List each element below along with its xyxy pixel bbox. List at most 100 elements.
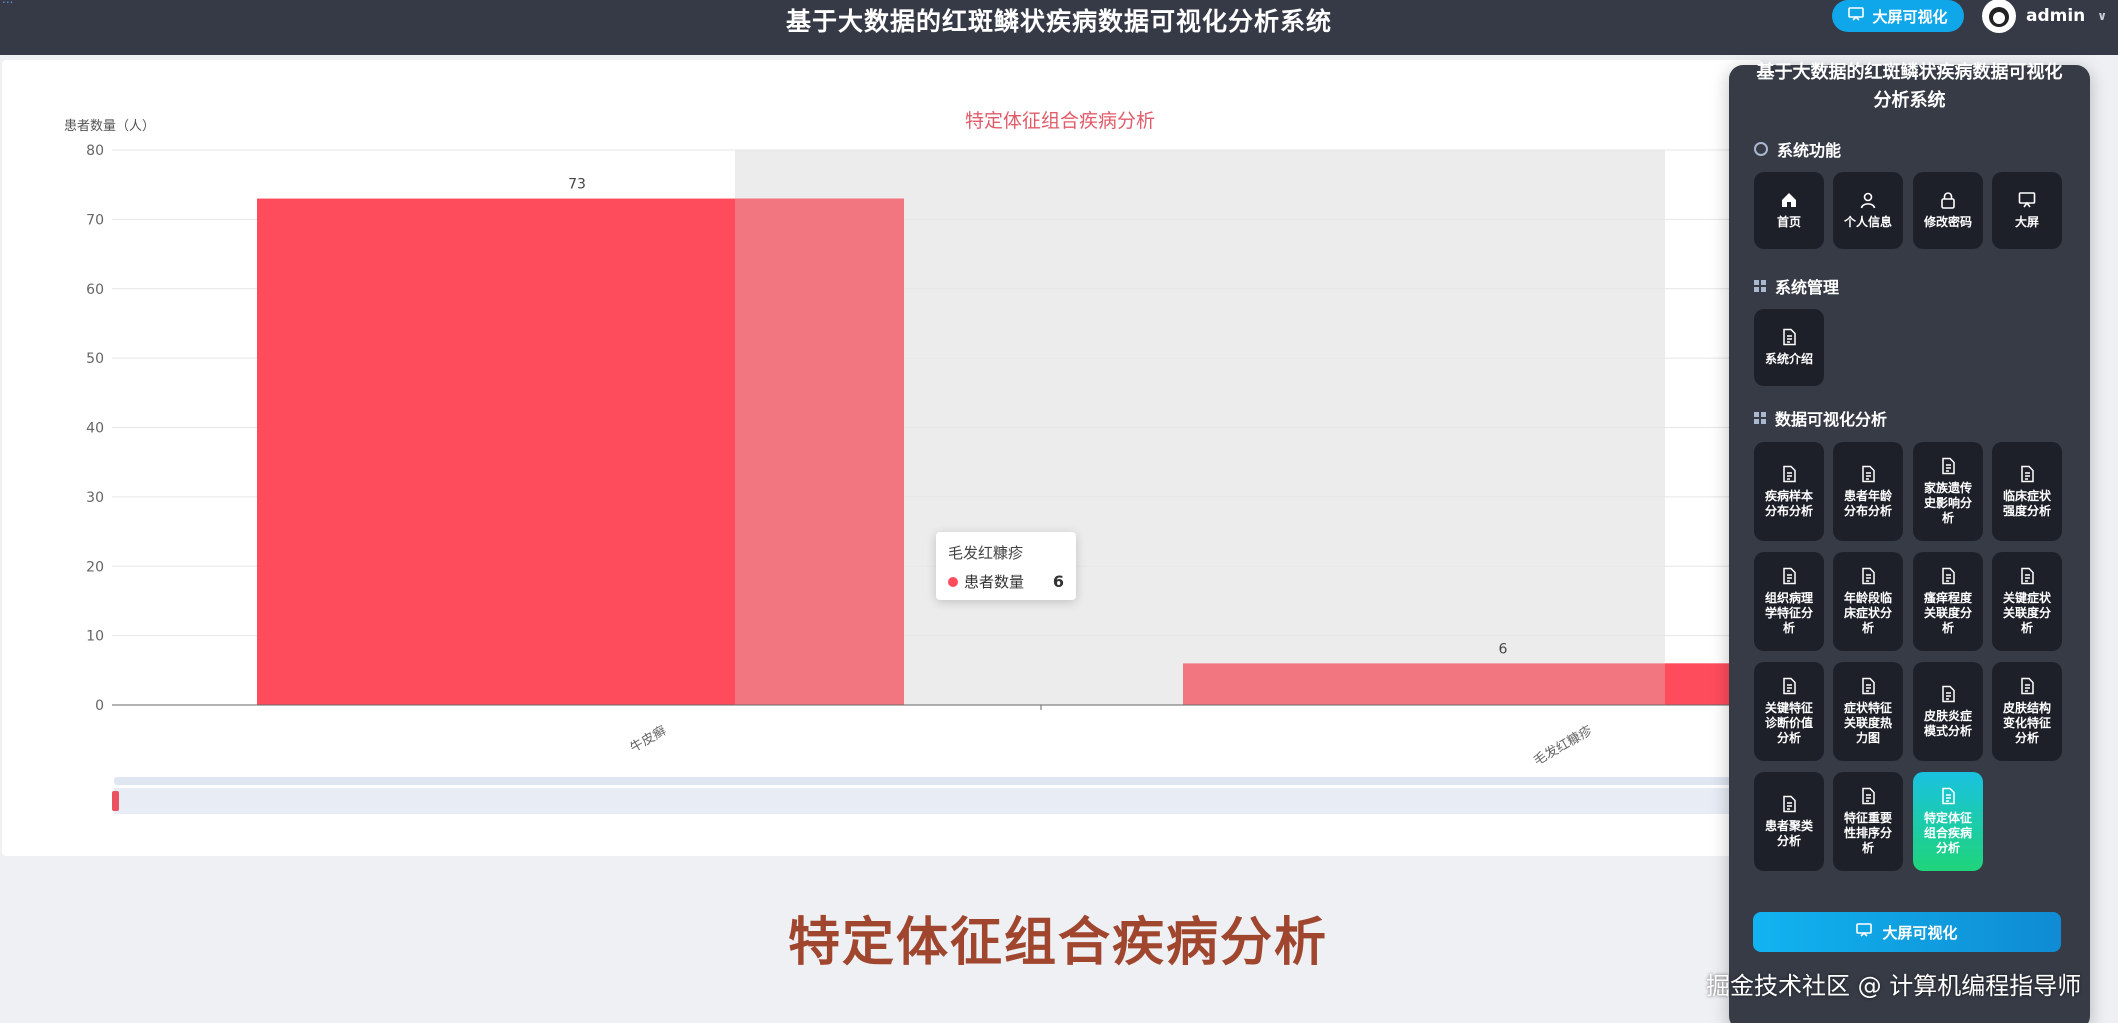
- app-title: 基于大数据的红斑鳞状疾病数据可视化分析系统: [785, 7, 1332, 36]
- menu-tile-label: 组织病理学特征分析: [1764, 591, 1813, 635]
- top-bar: ... 基于大数据的红斑鳞状疾病数据可视化分析系统 大屏可视化 admin ∨: [0, 0, 2118, 55]
- series-marker-icon: [948, 576, 958, 587]
- data-label: 6: [1499, 641, 1508, 657]
- menu-tile[interactable]: 关键症状关联度分析: [1992, 552, 2062, 651]
- y-axis-label: 患者数量（人）: [64, 119, 155, 134]
- grid-icon: [1754, 412, 1766, 424]
- data-label: 73: [568, 177, 586, 193]
- menu-tile-label: 症状特征关联度热力图: [1843, 701, 1892, 745]
- section-title-label: 系统功能: [1777, 141, 1842, 160]
- video-caption: 特定体征组合疾病分析: [788, 913, 1329, 973]
- menu-tile[interactable]: 个人信息: [1833, 172, 1903, 249]
- menu-tile-label: 疾病样本分布分析: [1764, 488, 1813, 518]
- document-icon: [1780, 567, 1798, 585]
- menu-tile-label: 年龄段临床症状分析: [1843, 591, 1892, 635]
- menu-tile[interactable]: 系统介绍: [1754, 309, 1824, 386]
- menu-tile[interactable]: 组织病理学特征分析: [1754, 552, 1824, 651]
- bigscreen-button[interactable]: 大屏可视化: [1832, 0, 1964, 32]
- y-tick-label: 60: [86, 282, 104, 298]
- document-icon: [1780, 465, 1798, 483]
- menu-tile[interactable]: 疾病样本分布分析: [1754, 442, 1824, 541]
- tooltip-category: 毛发红糠疹: [948, 544, 1024, 562]
- y-tick-label: 20: [86, 559, 104, 575]
- bigscreen-visualization-label: 大屏可视化: [1882, 923, 1958, 942]
- menu-tile-label: 患者聚类分析: [1764, 818, 1813, 848]
- menu-tile-label: 首页: [1776, 215, 1801, 229]
- menu-tile[interactable]: 瘙痒程度关联度分析: [1913, 552, 1983, 651]
- zoom-handle[interactable]: [112, 791, 119, 811]
- section-system-functions: 系统功能: [1754, 137, 1841, 161]
- section-data-visualization: 数据可视化分析: [1754, 406, 1887, 430]
- menu-tile[interactable]: 特征重要性排序分析: [1833, 772, 1903, 871]
- screen-icon: [1848, 7, 1865, 25]
- menu-tile-label: 临床症状强度分析: [2002, 488, 2051, 518]
- panel-title: 基于大数据的红斑鳞状疾病数据可视化分析系统: [1756, 62, 2063, 111]
- bigscreen-visualization-button[interactable]: 大屏可视化: [1753, 912, 2061, 952]
- menu-tile-label: 系统介绍: [1764, 352, 1813, 366]
- menu-tile-label: 个人信息: [1843, 215, 1892, 229]
- menu-tile[interactable]: 关键特征诊断价值分析: [1754, 662, 1824, 761]
- document-icon: [2018, 567, 2036, 585]
- menu-tile-label: 瘙痒程度关联度分析: [1923, 591, 1972, 635]
- y-tick-label: 0: [95, 698, 104, 714]
- menu-tile[interactable]: 症状特征关联度热力图: [1833, 662, 1903, 761]
- home-icon: [1780, 191, 1798, 209]
- x-tick-labels: 牛皮癣 毛发红糠疹: [627, 705, 1595, 769]
- document-icon: [1780, 795, 1798, 813]
- y-tick-label: 80: [86, 143, 104, 159]
- menu-tile[interactable]: 皮肤结构变化特征分析: [1992, 662, 2062, 761]
- x-tick-label: 毛发红糠疹: [1531, 723, 1595, 769]
- document-icon: [1939, 457, 1957, 475]
- menu-tile[interactable]: 修改密码: [1913, 172, 1983, 249]
- y-tick-label: 10: [86, 629, 104, 645]
- menu-tile[interactable]: 首页: [1754, 172, 1824, 249]
- menu-tile-label: 特定体征组合疾病分析: [1923, 811, 1972, 855]
- menu-tile[interactable]: 大屏: [1992, 172, 2062, 249]
- menu-tile[interactable]: 患者聚类分析: [1754, 772, 1824, 871]
- document-icon: [1939, 567, 1957, 585]
- menu-tile-label: 皮肤结构变化特征分析: [2002, 701, 2051, 745]
- document-icon: [2018, 677, 2036, 695]
- menu-tile[interactable]: 年龄段临床症状分析: [1833, 552, 1903, 651]
- menu-tile[interactable]: 患者年龄分布分析: [1833, 442, 1903, 541]
- menu-tile-label: 大屏: [2014, 215, 2039, 229]
- chart-tooltip: 毛发红糠疹 患者数量 6: [936, 532, 1076, 600]
- watermark: 掘金技术社区 @ 计算机编程指导师: [1706, 972, 2082, 1000]
- menu-tile[interactable]: 家族遗传史影响分析: [1913, 442, 1983, 541]
- bar-highlight-overlay: [735, 198, 904, 705]
- chevron-down-icon: ∨: [2097, 9, 2108, 23]
- section-system-management: 系统管理: [1754, 274, 1839, 298]
- lock-icon: [1939, 191, 1957, 209]
- user-menu[interactable]: admin ∨: [1982, 0, 2108, 33]
- menu-tile-label: 修改密码: [1923, 215, 1972, 229]
- document-icon: [1939, 787, 1957, 805]
- y-tick-label: 40: [86, 421, 104, 437]
- menu-tile[interactable]: 皮肤炎症模式分析: [1913, 662, 1983, 761]
- data-zoom-slider[interactable]: [112, 777, 1754, 814]
- document-icon: [1939, 685, 1957, 703]
- tooltip-value: 6: [1052, 572, 1064, 591]
- menu-tile[interactable]: 特定体征组合疾病分析: [1913, 772, 1983, 871]
- navigation-panel: 基于大数据的红斑鳞状疾病数据可视化分析系统 系统功能 首页 个人信息 修改密码 大屏 …: [1729, 62, 2090, 1023]
- section-title-label: 系统管理: [1775, 278, 1840, 297]
- menu-tile[interactable]: 临床症状强度分析: [1992, 442, 2062, 541]
- bar-chart[interactable]: 73 6 牛皮癣 毛发红糠疹 0 10 20 30 40 50 60 70 80 特定体征组合疾病分…: [2, 60, 1762, 856]
- bigscreen-button-label: 大屏可视化: [1872, 7, 1948, 26]
- avatar: [1982, 0, 2016, 33]
- menu-tile-label: 家族遗传史影响分析: [1923, 481, 1972, 525]
- zoom-track: [114, 777, 1754, 785]
- menu-tile-label: 关键特征诊断价值分析: [1764, 701, 1813, 745]
- chart-card: 73 6 牛皮癣 毛发红糠疹 0 10 20 30 40 50 60 70 80 特定体征组合疾病分…: [2, 60, 1762, 856]
- user-icon: [1859, 191, 1877, 209]
- menu-tile-label: 特征重要性排序分析: [1843, 811, 1892, 855]
- menu-tile-label: 皮肤炎症模式分析: [1923, 708, 1972, 738]
- y-tick-label: 70: [86, 212, 104, 228]
- chart-title: 特定体征组合疾病分析: [965, 110, 1155, 132]
- document-icon: [1859, 787, 1877, 805]
- grid-icon: [1754, 280, 1766, 292]
- zoom-window[interactable]: [114, 788, 1754, 814]
- screen-icon: [1856, 923, 1873, 941]
- y-tick-label: 30: [86, 490, 104, 506]
- x-tick-label: 牛皮癣: [627, 723, 669, 756]
- document-icon: [1780, 677, 1798, 695]
